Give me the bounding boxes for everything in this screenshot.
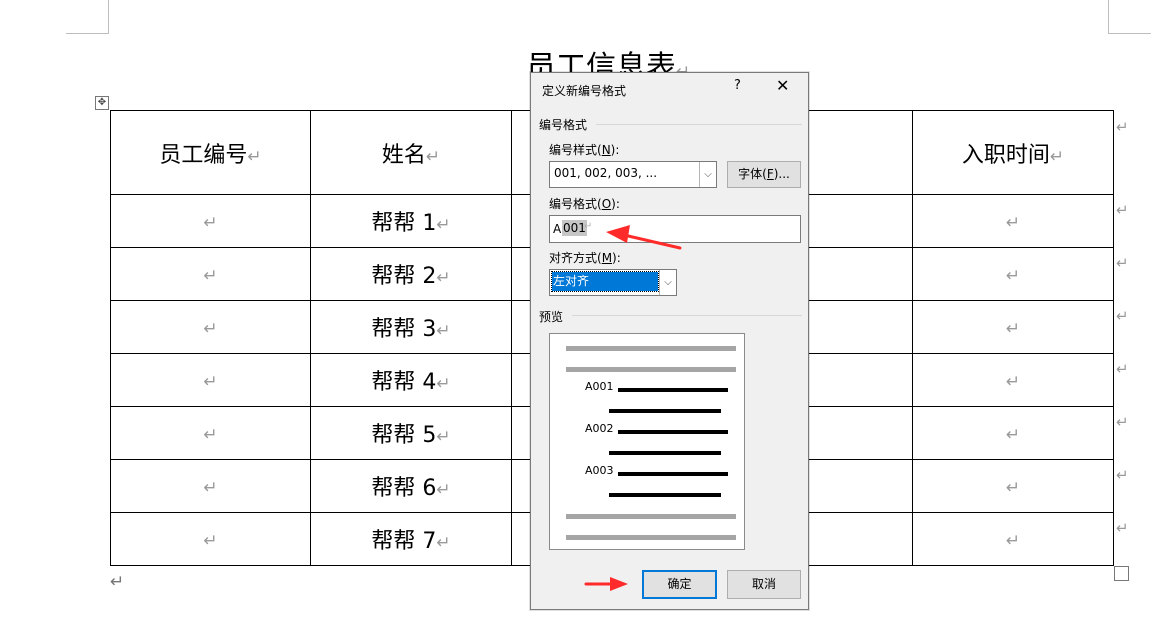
table-cell[interactable]: ↵ xyxy=(912,300,1114,354)
chevron-down-icon[interactable]: ⌵ xyxy=(659,270,676,295)
row-end-mark: ↵ xyxy=(1116,307,1129,325)
table-cell[interactable]: ↵ xyxy=(110,300,311,354)
table-cell[interactable]: ↵ xyxy=(110,353,311,407)
return-mark: ↵ xyxy=(584,221,593,232)
preview-item: A002 xyxy=(585,422,614,435)
table-resize-handle[interactable] xyxy=(1114,566,1129,581)
preview-line xyxy=(618,472,728,476)
preview-line xyxy=(618,430,728,434)
preview-line xyxy=(566,367,736,372)
close-icon[interactable]: ✕ xyxy=(776,76,789,95)
font-button[interactable]: 字体(F)... xyxy=(727,161,801,188)
preview-line xyxy=(566,514,736,519)
group-divider xyxy=(572,315,802,316)
ok-button[interactable]: 确定 xyxy=(642,570,717,599)
table-cell[interactable]: ↵ xyxy=(912,406,1114,460)
preview-line xyxy=(609,451,721,455)
table-cell[interactable]: ↵ xyxy=(110,459,311,513)
table-cell[interactable]: ↵ xyxy=(110,194,311,248)
header-cell[interactable]: 入职时间↵ xyxy=(912,110,1114,195)
table-cell[interactable]: ↵ xyxy=(110,247,311,301)
paragraph-mark: ↵ xyxy=(110,572,125,592)
help-button[interactable]: ? xyxy=(734,78,741,93)
row-end-mark: ↵ xyxy=(1116,466,1129,484)
table-cell[interactable]: 帮帮 7↵ xyxy=(310,512,512,566)
row-end-mark: ↵ xyxy=(1116,413,1129,431)
table-cell[interactable]: 帮帮 4↵ xyxy=(310,353,512,407)
table-cell[interactable]: 帮帮 5↵ xyxy=(310,406,512,460)
table-cell[interactable]: ↵ xyxy=(912,194,1114,248)
number-format-label: 编号格式(O): xyxy=(549,197,620,211)
header-cell[interactable]: 姓名↵ xyxy=(310,110,512,195)
row-end-mark: ↵ xyxy=(1116,118,1129,136)
preview-line xyxy=(609,409,721,413)
table-cell[interactable]: 帮帮 3↵ xyxy=(310,300,512,354)
table-cell[interactable]: ↵ xyxy=(912,247,1114,301)
number-style-label: 编号样式(N): xyxy=(549,143,620,157)
header-cell[interactable]: 员工编号↵ xyxy=(110,110,311,195)
table-cell[interactable]: 帮帮 2↵ xyxy=(310,247,512,301)
preview-line xyxy=(566,346,736,351)
table-cell[interactable]: ↵ xyxy=(110,512,311,566)
annotation-arrow-icon xyxy=(606,225,682,250)
number-format-prefix: A xyxy=(553,222,562,236)
preview-line xyxy=(566,535,736,540)
chevron-down-icon[interactable]: ⌵ xyxy=(699,162,716,187)
group-divider xyxy=(596,124,802,125)
define-number-format-dialog: 定义新编号格式 ? ✕ 编号格式 编号样式(N): 001, 002, 003,… xyxy=(530,72,809,610)
table-cell[interactable]: 帮帮 1↵ xyxy=(310,194,512,248)
preview-item: A003 xyxy=(585,464,614,477)
annotation-arrow-icon xyxy=(584,577,628,591)
crop-mark-top-left xyxy=(66,0,109,34)
row-end-mark: ↵ xyxy=(1116,201,1129,219)
dialog-title: 定义新编号格式 xyxy=(542,84,627,98)
preview-line xyxy=(609,493,721,497)
table-cell[interactable]: 帮帮 6↵ xyxy=(310,459,512,513)
row-end-mark: ↵ xyxy=(1116,360,1129,378)
crop-mark-top-right xyxy=(1108,0,1151,34)
group-number-format: 编号格式 xyxy=(539,118,588,132)
row-end-mark: ↵ xyxy=(1116,254,1129,272)
table-cell[interactable]: ↵ xyxy=(912,512,1114,566)
table-cell[interactable]: ↵ xyxy=(912,459,1114,513)
table-cell[interactable]: ↵ xyxy=(912,353,1114,407)
table-cell[interactable]: ↵ xyxy=(110,406,311,460)
row-end-mark: ↵ xyxy=(1116,519,1129,537)
preview-box: A001 A002 A003 xyxy=(549,333,745,550)
group-preview: 预览 xyxy=(539,310,564,324)
move-cross-icon[interactable]: ✥ xyxy=(95,96,109,110)
alignment-select[interactable]: 左对齐 ⌵ xyxy=(549,269,677,296)
cancel-button[interactable]: 取消 xyxy=(727,570,801,599)
preview-line xyxy=(618,388,728,392)
number-style-select[interactable]: 001, 002, 003, ... ⌵ xyxy=(549,161,717,188)
preview-item: A001 xyxy=(585,380,614,393)
